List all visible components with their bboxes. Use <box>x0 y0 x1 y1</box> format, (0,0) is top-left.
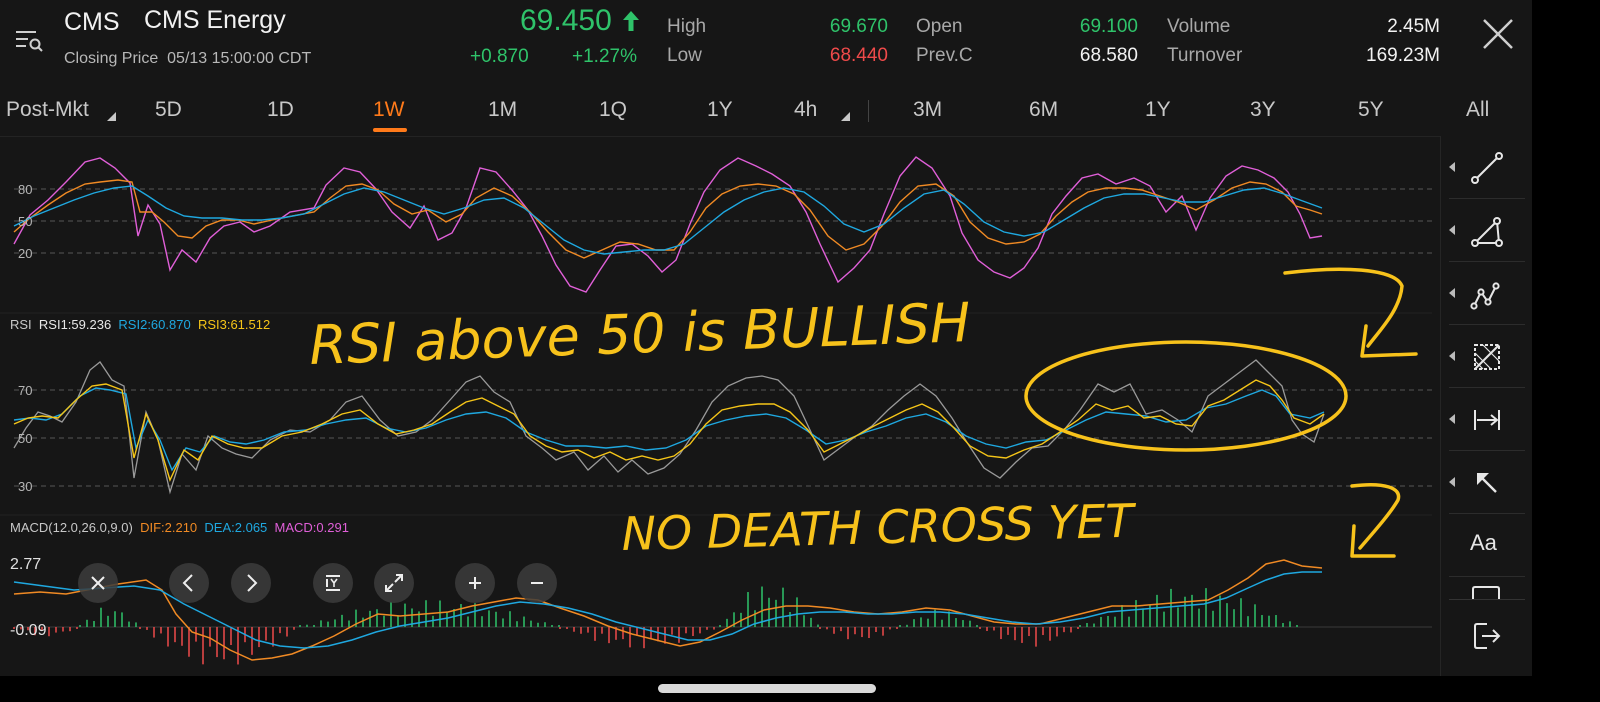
chart-zoom-out-button[interactable] <box>517 563 557 603</box>
kdj-y-label-80: 80 <box>18 182 32 197</box>
chart-prev-button[interactable] <box>169 563 209 603</box>
rsi-y-label-50: 50 <box>18 431 32 446</box>
macd-value: MACD:0.291 <box>274 520 349 535</box>
rsi-y-label-30: 30 <box>18 479 32 494</box>
pattern-tool-button[interactable] <box>1441 262 1532 324</box>
home-indicator[interactable] <box>658 684 876 693</box>
rsi1-value: RSI1:59.236 <box>38 317 112 332</box>
text-tool-button[interactable]: Aa <box>1441 514 1532 576</box>
range-tool-icon <box>1474 410 1500 430</box>
stock-chart-screen: CMS CMS Energy Closing Price 05/13 15:00… <box>0 0 1532 676</box>
range-tool-button[interactable] <box>1441 388 1532 450</box>
chart-y-axis-button[interactable] <box>313 563 353 603</box>
fib-tool-button[interactable] <box>1441 325 1532 387</box>
indicator-charts[interactable]: 80 50 20 70 50 30 2.77 -0.09 RSI above 5… <box>0 0 1440 676</box>
tool-separator <box>1449 599 1525 600</box>
rsi-gridlines <box>14 389 1432 487</box>
line-tool-icon <box>1471 152 1503 184</box>
expand-triangle-icon <box>1449 414 1455 424</box>
chevron-left-icon <box>182 574 193 592</box>
macd-y-max-label: 2.77 <box>10 556 41 573</box>
macd-name: MACD(12.0,26.0,9.0) <box>10 520 133 535</box>
chart-zoom-in-button[interactable] <box>455 563 495 603</box>
rsi2-value: RSI2:60.870 <box>118 317 191 332</box>
dif-value: DIF:2.210 <box>140 520 198 535</box>
chart-close-button[interactable] <box>78 563 118 603</box>
arrow-tool-icon <box>1477 473 1497 493</box>
dea-value: DEA:2.065 <box>204 520 268 535</box>
y-axis-icon <box>326 575 340 591</box>
annotation-text-death-cross: NO DEATH CROSS YET <box>621 494 1138 561</box>
rsi-name: RSI <box>10 317 32 332</box>
kdj-y-label-20: 20 <box>18 246 32 261</box>
expand-triangle-icon <box>1449 288 1455 298</box>
chevron-right-icon <box>247 574 258 592</box>
tab-all[interactable]: All <box>1466 98 1489 122</box>
rsi3-line <box>13 379 1325 482</box>
close-icon[interactable] <box>1480 16 1516 52</box>
rsi3-value: RSI3:61.512 <box>197 317 271 332</box>
rsi-legend: RSI RSI1:59.236 RSI2:60.870 RSI3:61.512 <box>10 317 270 332</box>
rsi-y-label-70: 70 <box>18 383 32 398</box>
triangle-tool-icon <box>1471 217 1503 247</box>
kdj-gridlines <box>14 188 1432 254</box>
fib-tool-icon <box>1474 344 1500 370</box>
kdj-y-label-50: 50 <box>18 214 32 229</box>
zoom-out-icon <box>531 582 543 584</box>
annotation-arrow-2 <box>1350 483 1401 558</box>
pattern-tool-icon <box>1470 282 1500 310</box>
annotation-text-bullish: RSI above 50 is BULLISH <box>308 291 971 377</box>
line-tool-button[interactable] <box>1441 136 1532 198</box>
annotation-circle <box>1024 340 1348 452</box>
arrow-tool-button[interactable] <box>1441 451 1532 513</box>
chart-expand-button[interactable] <box>374 563 414 603</box>
expand-triangle-icon <box>1449 351 1455 361</box>
expand-triangle-icon <box>1449 162 1455 172</box>
text-tool-icon: Aa <box>1470 530 1497 555</box>
exit-icon <box>1474 623 1501 649</box>
macd-y-min-label: -0.09 <box>10 622 47 639</box>
triangle-tool-button[interactable] <box>1441 199 1532 261</box>
drawing-toolbar: Aa <box>1440 136 1532 676</box>
rsi1-line <box>13 359 1325 495</box>
zoom-in-icon <box>469 577 481 589</box>
close-icon <box>91 576 105 590</box>
rectangle-tool-button[interactable] <box>1441 577 1532 599</box>
expand-triangle-icon <box>1449 225 1455 235</box>
exit-drawing-button[interactable] <box>1441 606 1532 668</box>
expand-icon <box>385 574 403 592</box>
kdj-j-line <box>13 185 1323 255</box>
kdj-d-line <box>13 179 1323 259</box>
expand-triangle-icon <box>1449 477 1455 487</box>
chart-next-button[interactable] <box>231 563 271 603</box>
rectangle-tool-icon <box>1472 586 1500 599</box>
macd-legend: MACD(12.0,26.0,9.0) DIF:2.210 DEA:2.065 … <box>10 520 349 535</box>
